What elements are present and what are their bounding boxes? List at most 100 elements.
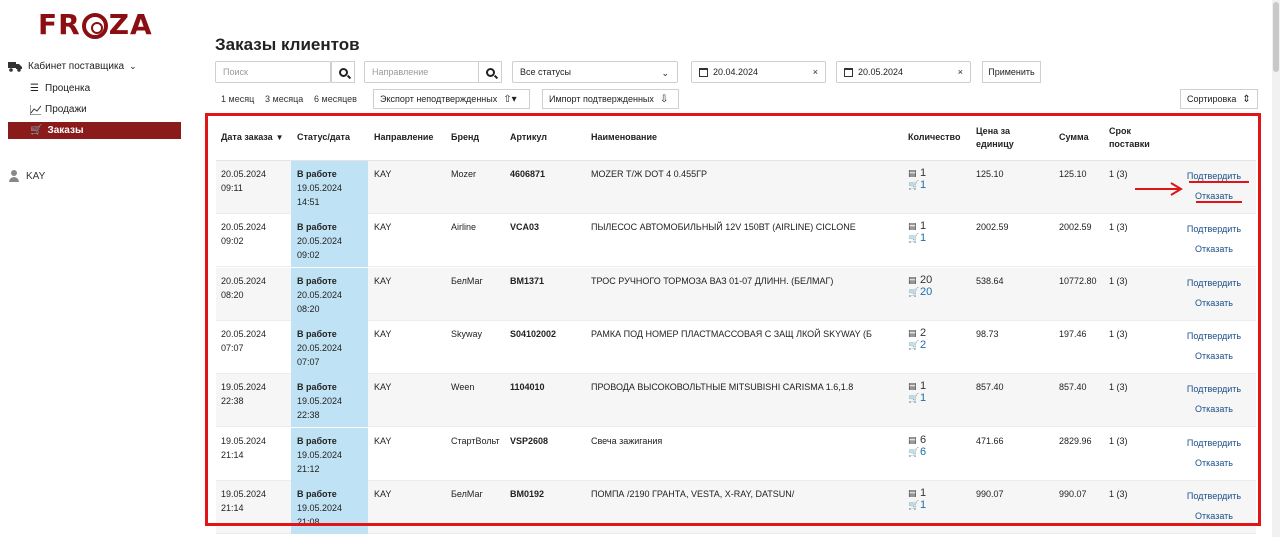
search-input[interactable]: Поиск: [215, 61, 331, 83]
qty-stock: 6: [920, 434, 927, 446]
reject-link[interactable]: Отказать: [1174, 511, 1254, 521]
reject-underline: [1196, 201, 1242, 203]
apply-button[interactable]: Применить: [982, 61, 1041, 83]
cart-icon: 🛒: [908, 500, 920, 510]
order-datetime: 20.05.2024 07:07: [221, 327, 266, 355]
sum-cell: 990.07: [1059, 489, 1087, 499]
brand-cell: Mozer: [451, 169, 477, 179]
warehouse-icon: ▤: [908, 168, 917, 178]
user-account[interactable]: KAY: [8, 170, 45, 182]
col-header-term: Срок поставки: [1109, 125, 1150, 149]
sidebar-item-label: Проценка: [45, 83, 91, 94]
chevron-down-icon: ⌄: [129, 60, 137, 71]
status-label: В работе: [297, 169, 337, 179]
brand-cell: СтартВольт: [451, 436, 500, 446]
supplier-cabinet-menu[interactable]: Кабинет поставщика ⌄: [8, 60, 137, 72]
date-to-input[interactable]: 20.05.2024 ×: [836, 61, 971, 83]
confirm-link[interactable]: Подтвердить: [1174, 331, 1254, 341]
reject-link[interactable]: Отказать: [1174, 404, 1254, 414]
status-label: В работе: [297, 329, 337, 339]
download-icon: ⇩: [659, 93, 669, 105]
period-1-month[interactable]: 1 месяц: [221, 94, 254, 104]
order-time: 08:20: [221, 290, 244, 300]
order-date: 19.05.2024: [221, 382, 267, 392]
status-select[interactable]: Все статусы ⌄: [512, 61, 678, 83]
qty-stock: 1: [920, 380, 927, 392]
sidebar-item-sales[interactable]: Продажи: [30, 104, 87, 115]
date-from-input[interactable]: 20.04.2024 ×: [691, 61, 826, 83]
reject-link[interactable]: Отказать: [1174, 298, 1254, 308]
reject-link[interactable]: Отказать: [1174, 351, 1254, 361]
qty-stock: 2: [920, 327, 927, 339]
vertical-scrollbar[interactable]: [1272, 0, 1280, 537]
warehouse-icon: ▤: [908, 381, 917, 391]
term-cell: 1 (3): [1109, 329, 1128, 339]
status-date: 19.05.2024: [297, 183, 343, 193]
direction-input[interactable]: Направление: [364, 61, 481, 83]
order-time: 22:38: [221, 396, 244, 406]
col-header-date[interactable]: Дата заказа ▼: [221, 115, 284, 160]
status-date: 20.05.2024: [297, 343, 343, 353]
export-unconfirmed-button[interactable]: Экспорт неподтвержденных ⇧▾: [373, 89, 530, 109]
sidebar-item-orders[interactable]: 🛒 Заказы: [8, 122, 181, 139]
period-3-months[interactable]: 3 месяца: [265, 94, 303, 104]
price-cell: 125.10: [976, 169, 1004, 179]
article-cell: 1104010: [510, 382, 545, 392]
qty-stock: 1: [920, 167, 927, 179]
article-cell: S04102002: [510, 329, 557, 339]
status-time: 22:38: [297, 410, 320, 420]
confirm-link[interactable]: Подтвердить: [1174, 278, 1254, 288]
order-time: 21:14: [221, 503, 244, 513]
qty-stock: 20: [920, 274, 933, 286]
confirm-link[interactable]: Подтвердить: [1174, 491, 1254, 501]
search-button[interactable]: [331, 61, 355, 83]
cart-icon: 🛒: [908, 447, 920, 457]
clear-icon[interactable]: ×: [813, 67, 818, 77]
sort-button[interactable]: Сортировка ⇕: [1180, 89, 1258, 109]
direction-search-button[interactable]: [478, 61, 502, 83]
term-cell: 1 (3): [1109, 489, 1128, 499]
status-label: В работе: [297, 489, 337, 499]
article-cell: BM1371: [510, 276, 545, 286]
confirm-link[interactable]: Подтвердить: [1174, 384, 1254, 394]
col-header-price: Цена за единицу: [976, 125, 1014, 149]
qty-stock: 1: [920, 487, 927, 499]
chart-icon: [30, 104, 41, 115]
logo-text-right: ZA: [108, 8, 153, 41]
confirm-link[interactable]: Подтвердить: [1174, 171, 1254, 181]
scrollbar-thumb[interactable]: [1273, 2, 1279, 72]
period-6-months[interactable]: 6 месяцев: [314, 94, 357, 104]
supplier-cabinet-label: Кабинет поставщика: [28, 60, 125, 72]
qty-cell: ▤ 2 🛒 2: [908, 327, 926, 351]
order-date: 20.05.2024: [221, 169, 267, 179]
reject-link[interactable]: Отказать: [1174, 244, 1254, 254]
direction-cell: KAY: [374, 169, 392, 179]
import-confirmed-button[interactable]: Импорт подтвержденных ⇩: [542, 89, 679, 109]
qty-cart: 6: [920, 446, 927, 458]
logo-wheel-icon: [81, 12, 108, 39]
qty-cell: ▤ 6 🛒 6: [908, 434, 926, 458]
direction-cell: KAY: [374, 276, 392, 286]
confirm-link[interactable]: Подтвердить: [1174, 438, 1254, 448]
price-cell: 98.73: [976, 329, 999, 339]
table-row: 19.05.2024 21:14 В работе 19.05.2024 21:08 KA…: [216, 481, 1256, 534]
qty-cart: 2: [920, 339, 927, 351]
sum-cell: 857.40: [1059, 382, 1087, 392]
order-date: 19.05.2024: [221, 436, 267, 446]
confirm-link[interactable]: Подтвердить: [1174, 224, 1254, 234]
sidebar-item-label: Продажи: [45, 104, 87, 115]
reject-link[interactable]: Отказать: [1174, 191, 1254, 201]
col-header-article: Артикул: [510, 132, 547, 142]
user-icon: [8, 170, 20, 182]
clear-icon[interactable]: ×: [958, 67, 963, 77]
term-cell: 1 (3): [1109, 222, 1128, 232]
cart-icon: 🛒: [908, 340, 920, 350]
list-icon: ☰: [30, 83, 39, 94]
reject-link[interactable]: Отказать: [1174, 458, 1254, 468]
col-header-qty: Количество: [908, 132, 961, 142]
page-title: Заказы клиентов: [215, 35, 360, 54]
sidebar-item-pricing[interactable]: ☰ Проценка: [30, 83, 90, 94]
direction-cell: KAY: [374, 436, 392, 446]
sort-label: Сортировка: [1187, 94, 1237, 104]
froza-logo[interactable]: FR ZA: [38, 8, 153, 41]
